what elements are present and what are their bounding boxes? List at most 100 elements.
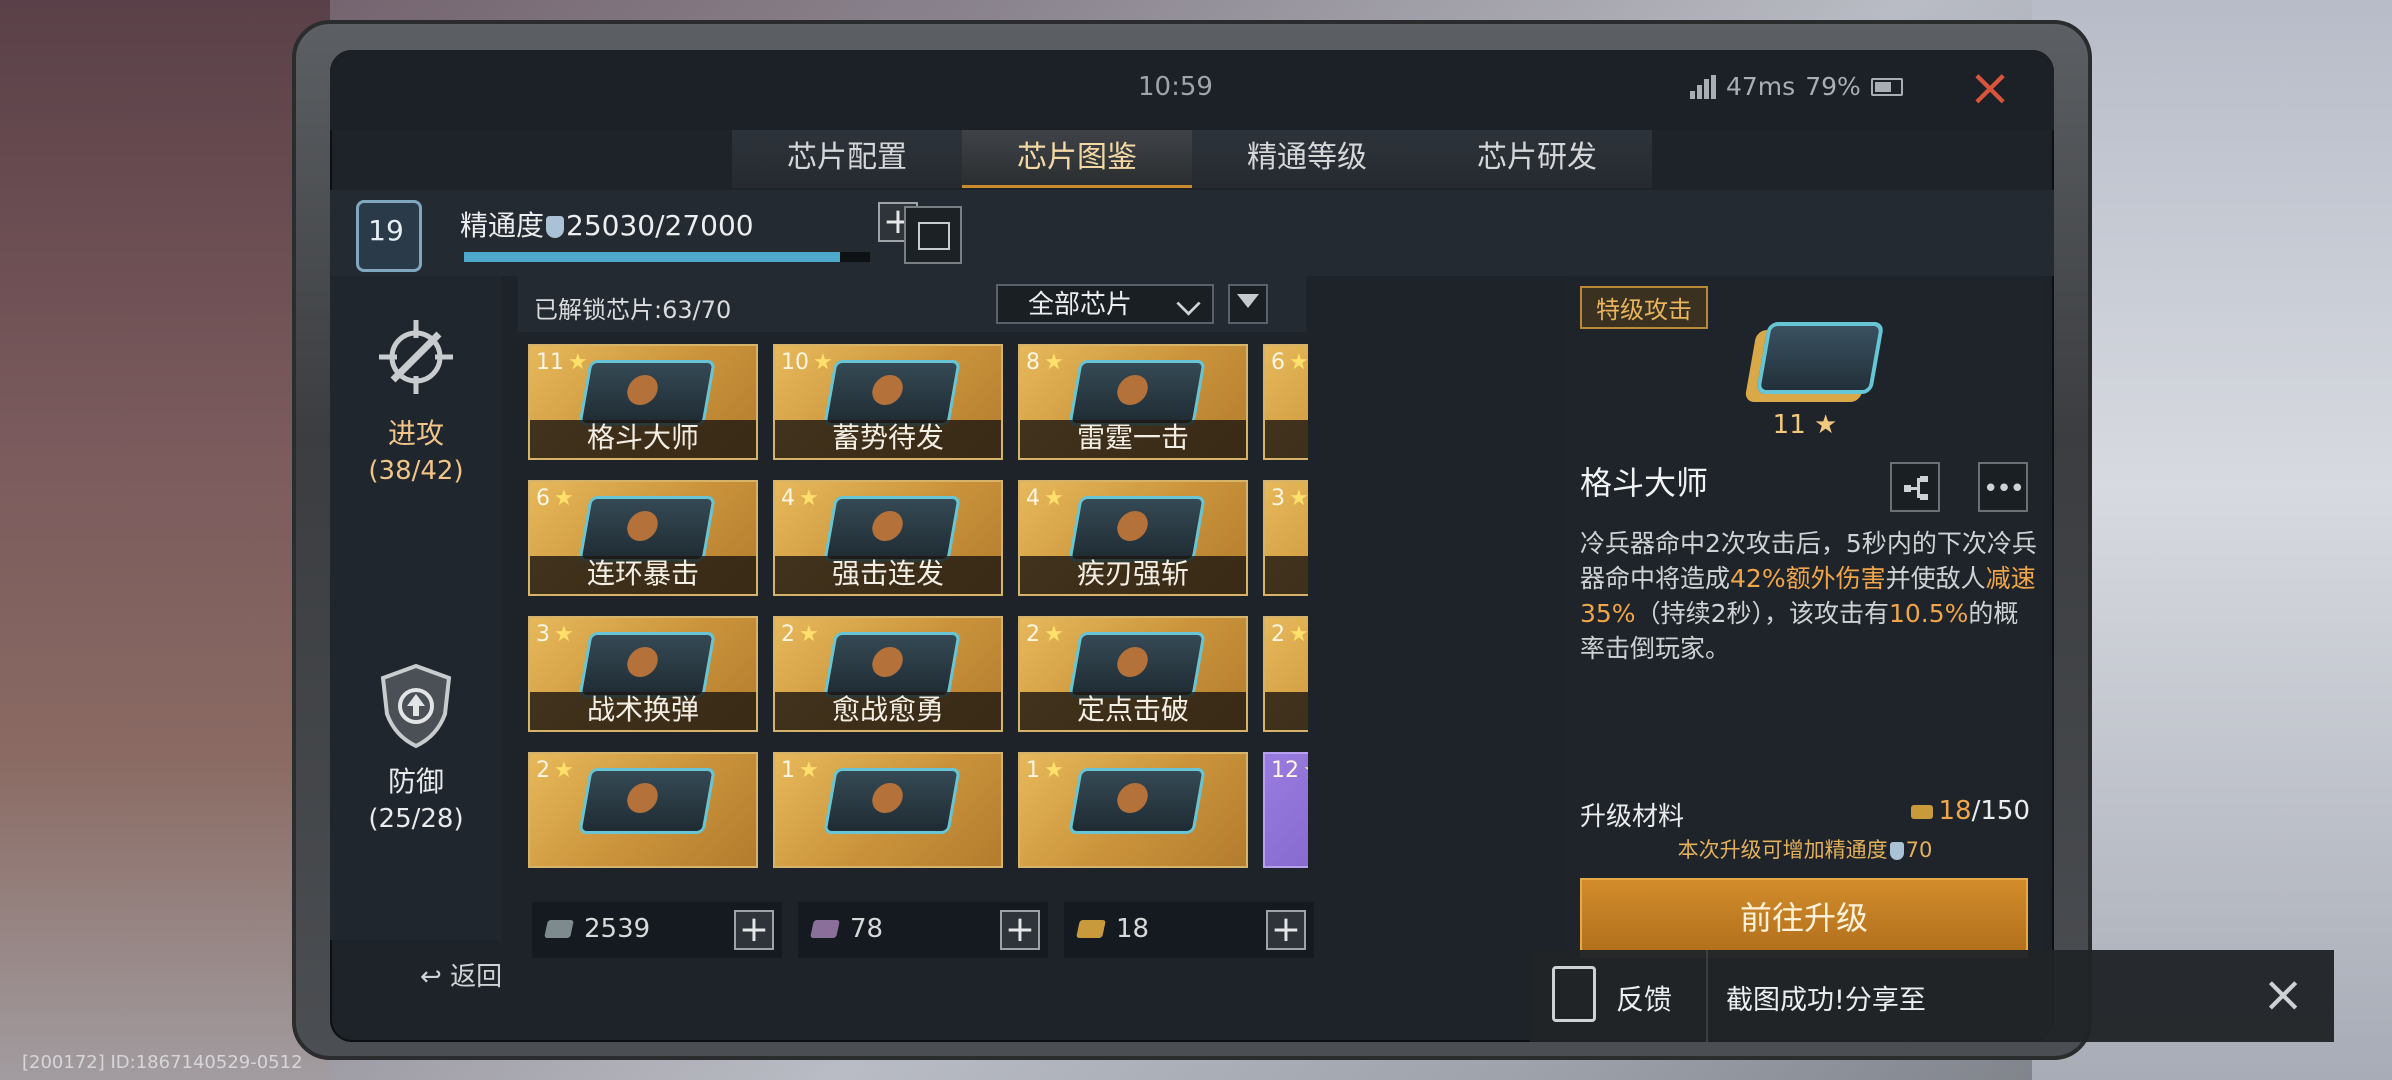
back-button[interactable]: ↩ 返回	[420, 956, 502, 993]
clock: 10:59	[1138, 72, 1213, 102]
chip-level-number: 8	[1026, 350, 1040, 375]
star-icon: ★	[1289, 486, 1308, 511]
material-total: /150	[1971, 796, 2030, 826]
tab-chip-codex[interactable]: 芯片图鉴	[962, 130, 1192, 188]
chip-preview-icon	[1752, 318, 1885, 396]
mastery-bar: 19 精通度 25030/27000 +	[330, 190, 2054, 276]
chip-card[interactable]: 2 ★	[528, 752, 758, 868]
chip-level-number: 12	[1271, 758, 1299, 783]
chip-level-number: 2	[781, 622, 795, 647]
mastery-progress	[464, 252, 870, 262]
shield-arrow-icon	[371, 660, 461, 750]
chip-level: 2 ★	[781, 622, 819, 647]
tab-chip-config[interactable]: 芯片配置	[732, 130, 962, 188]
chip-emblem-icon	[823, 768, 961, 834]
star-icon: ★	[1044, 758, 1064, 783]
screenshot-share-toast: 反馈 截图成功!分享至 ×	[1530, 950, 2334, 1042]
material-count: 18/150	[1910, 796, 2030, 826]
chip-card[interactable]: 3★ 破盾强攻	[1263, 480, 1308, 596]
chip-name: 蓄势待发	[775, 420, 1001, 458]
chip-level: 2 ★	[1026, 622, 1064, 647]
chip-type-tag: 特级攻击	[1580, 286, 1708, 329]
unlocked-count: 已解锁芯片:63/70	[534, 296, 732, 324]
skill-tree-button[interactable]	[1890, 462, 1940, 512]
feedback-button[interactable]: 反馈	[1530, 950, 1708, 1042]
chip-level-number: 10	[781, 350, 809, 375]
chip-name: 连环暴击	[530, 556, 756, 594]
chip-filter-select[interactable]: 全部芯片	[996, 284, 1214, 324]
chip-level-number: 1	[1026, 758, 1040, 783]
star-icon: ★	[1289, 350, 1308, 375]
chip-emblem-icon	[1068, 496, 1206, 562]
chip-emblem-icon	[823, 632, 961, 698]
chip-card[interactable]: 2 ★ 定点击破	[1018, 616, 1248, 732]
category-attack-count: (38/42)	[368, 456, 464, 486]
chip-card[interactable]: 2★ 全神贯注	[1263, 616, 1308, 732]
chip-name: 全神贯注	[1265, 692, 1308, 730]
tab-mastery-level[interactable]: 精通等级	[1192, 130, 1422, 188]
chip-card[interactable]: 6★ 好事成双	[1263, 344, 1308, 460]
chip-card[interactable]: 8 ★ 雷霆一击	[1018, 344, 1248, 460]
chip-emblem-icon	[1068, 632, 1206, 698]
chip-card[interactable]: 2 ★ 愈战愈勇	[773, 616, 1003, 732]
close-icon[interactable]: ×	[2262, 968, 2304, 1020]
chip-level: 4 ★	[1026, 486, 1064, 511]
chip-card[interactable]: 6 ★ 连环暴击	[528, 480, 758, 596]
more-dots-icon: •••	[1982, 474, 2025, 504]
material-current: 18	[1938, 796, 1972, 826]
category-attack-label: 进攻	[387, 417, 444, 450]
chip-emblem-icon	[1068, 768, 1206, 834]
star-icon: ★	[799, 758, 819, 783]
chip-material-green-icon	[544, 920, 574, 938]
chip-level-number: 2	[1026, 622, 1040, 647]
star-icon: ★	[799, 622, 819, 647]
close-icon[interactable]: ×	[1962, 60, 2018, 116]
desc-highlight: 42%额外伤害	[1730, 564, 1886, 593]
chip-grid: 11★格斗大师10★蓄势待发8★雷霆一击6★好事成双6★连环暴击4★强击连发4★…	[528, 344, 1308, 868]
material-label: 升级材料	[1580, 802, 1685, 832]
document-icon[interactable]	[904, 206, 962, 264]
mastery-shield-icon	[546, 216, 565, 238]
chip-name: 战术换弹	[530, 692, 756, 730]
tree-icon	[1904, 476, 1928, 500]
chip-card[interactable]: 10 ★ 蓄势待发	[773, 344, 1003, 460]
add-resource-button[interactable]: +	[1000, 910, 1040, 950]
resource-slot: 78 +	[798, 902, 1048, 958]
chip-material-purple-icon	[810, 920, 840, 938]
tab-chip-research[interactable]: 芯片研发	[1422, 130, 1652, 188]
chip-level: 1 ★	[781, 758, 819, 783]
more-options-button[interactable]: •••	[1978, 462, 2028, 512]
chip-level-number: 4	[781, 486, 795, 511]
chip-card[interactable]: 1 ★	[1018, 752, 1248, 868]
ping-text: 47ms	[1726, 72, 1796, 101]
resource-slot: 18 +	[1064, 902, 1314, 958]
category-defense[interactable]: 防御 (25/28)	[330, 660, 502, 834]
category-attack[interactable]: 进攻 (38/42)	[330, 312, 502, 486]
add-resource-button[interactable]: +	[734, 910, 774, 950]
resource-value: 18	[1116, 914, 1150, 944]
chip-card[interactable]: 4 ★ 疾刃强斩	[1018, 480, 1248, 596]
category-defense-label: 防御	[387, 765, 444, 798]
go-upgrade-button[interactable]: 前往升级	[1580, 878, 2028, 958]
chip-card[interactable]: 12★	[1263, 752, 1308, 868]
add-resource-button[interactable]: +	[1266, 910, 1306, 950]
chip-level-number: 6	[1271, 350, 1285, 375]
star-icon: ★	[1289, 622, 1308, 647]
chip-level: 3 ★	[536, 622, 574, 647]
chip-card[interactable]: 11 ★ 格斗大师	[528, 344, 758, 460]
chip-star-count: 11	[1772, 410, 1806, 440]
chip-name: 强击连发	[775, 556, 1001, 594]
chip-card[interactable]: 4 ★ 强击连发	[773, 480, 1003, 596]
chip-card[interactable]: 3 ★ 战术换弹	[528, 616, 758, 732]
star-icon: ★	[1044, 350, 1064, 375]
upgrade-hint: 本次升级可增加精通度 70	[1566, 834, 2044, 864]
chevron-down-icon	[1176, 291, 1201, 316]
chip-level-number: 4	[1026, 486, 1040, 511]
chip-card[interactable]: 1 ★	[773, 752, 1003, 868]
filter-funnel-icon[interactable]	[1228, 284, 1268, 324]
chip-emblem-icon	[578, 632, 716, 698]
chip-name: 破盾强攻	[1265, 556, 1308, 594]
clipboard-icon	[1552, 966, 1596, 1022]
level-badge: 19	[350, 200, 422, 272]
feedback-label: 反馈	[1616, 983, 1673, 1016]
